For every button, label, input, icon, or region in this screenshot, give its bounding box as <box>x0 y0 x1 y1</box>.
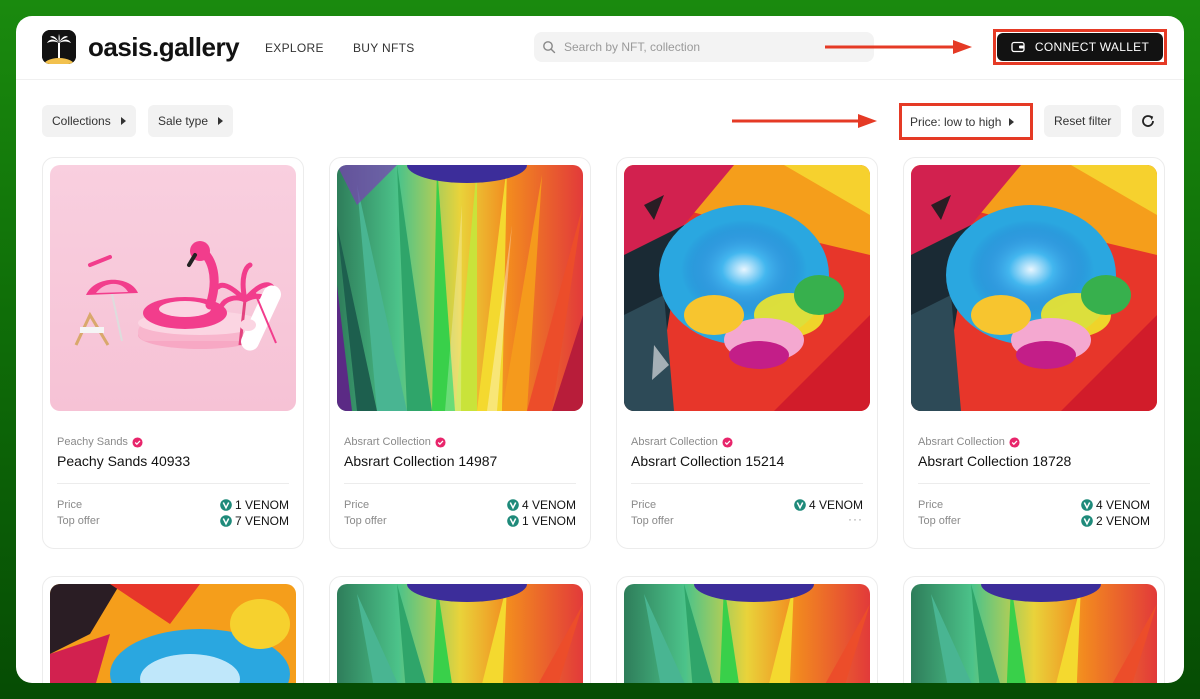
price-label: Price <box>918 499 944 511</box>
collection-name[interactable]: Absrart Collection <box>918 436 1020 448</box>
collection-label: Absrart Collection <box>344 436 431 448</box>
venom-coin-icon <box>1081 515 1093 527</box>
top-offer-label: Top offer <box>918 515 961 527</box>
app-window: oasis.gallery EXPLORE BUY NFTS CONNECT W… <box>16 16 1184 683</box>
sale-type-filter-label: Sale type <box>158 114 209 128</box>
search-input[interactable] <box>564 40 854 54</box>
wallet-icon <box>1011 41 1025 53</box>
connect-wallet-button[interactable]: CONNECT WALLET <box>997 33 1163 61</box>
rays-art <box>911 584 1157 683</box>
search-icon <box>543 41 556 54</box>
nft-card[interactable] <box>42 576 304 683</box>
annotation-arrow-icon <box>732 114 877 128</box>
price-value: 4 VENOM <box>507 498 576 512</box>
collection-label: Absrart Collection <box>918 436 1005 448</box>
price-value: 4 VENOM <box>1081 498 1150 512</box>
reset-filter-label: Reset filter <box>1054 114 1112 128</box>
top-offer-amount: 2 VENOM <box>1095 514 1150 528</box>
top-offer-amount: 7 VENOM <box>234 514 289 528</box>
nft-card[interactable]: Absrart Collection Absrart Collection 18… <box>903 157 1165 549</box>
collection-name[interactable]: Absrart Collection <box>344 436 446 448</box>
nft-card[interactable] <box>616 576 878 683</box>
card-divider <box>57 483 289 484</box>
verified-badge-icon <box>435 436 446 448</box>
price-label: Price <box>344 499 370 511</box>
sort-dropdown-label: Price: low to high <box>910 114 1002 129</box>
refresh-button[interactable] <box>1132 105 1164 137</box>
collection-label: Peachy Sands <box>57 436 128 448</box>
top-offer-label: Top offer <box>631 515 674 527</box>
venom-coin-icon <box>507 499 519 511</box>
refresh-icon <box>1142 115 1154 127</box>
top-offer-value: 2 VENOM <box>1081 514 1150 528</box>
venom-coin-icon <box>507 515 519 527</box>
sort-dropdown[interactable]: Price: low to high <box>902 106 1023 137</box>
collections-filter[interactable]: Collections <box>42 105 136 137</box>
card-divider <box>918 483 1150 484</box>
top-offer-amount: ··· <box>848 512 863 526</box>
brand-name[interactable]: oasis.gallery <box>88 30 240 64</box>
card-divider <box>344 483 576 484</box>
verified-badge-icon <box>132 436 143 448</box>
price-amount: 4 VENOM <box>521 498 576 512</box>
nft-card[interactable]: Absrart Collection Absrart Collection 15… <box>616 157 878 549</box>
nft-card[interactable]: Peachy Sands Peachy Sands 40933 Price 1 … <box>42 157 304 549</box>
collection-label: Absrart Collection <box>631 436 718 448</box>
rays-art <box>337 165 583 411</box>
splash-art <box>50 584 296 683</box>
top-header: oasis.gallery EXPLORE BUY NFTS CONNECT W… <box>16 16 1184 80</box>
caret-right-icon <box>120 117 126 125</box>
price-value: 1 VENOM <box>220 498 289 512</box>
collection-name[interactable]: Absrart Collection <box>631 436 733 448</box>
top-offer-value: ··· <box>848 512 863 526</box>
top-offer-amount: 1 VENOM <box>521 514 576 528</box>
nft-name[interactable]: Absrart Collection 15214 <box>631 453 784 469</box>
nft-card[interactable] <box>329 576 591 683</box>
nft-name[interactable]: Absrart Collection 14987 <box>344 453 497 469</box>
splash-art <box>624 165 870 411</box>
sale-type-filter[interactable]: Sale type <box>148 105 234 137</box>
search-bar[interactable] <box>534 32 874 62</box>
nft-card[interactable]: Absrart Collection Absrart Collection 14… <box>329 157 591 549</box>
venom-coin-icon <box>220 499 232 511</box>
venom-coin-icon <box>220 515 232 527</box>
venom-coin-icon <box>794 499 806 511</box>
nav-explore[interactable]: EXPLORE <box>265 40 324 56</box>
top-offer-value: 1 VENOM <box>507 514 576 528</box>
price-value: 4 VENOM <box>794 498 863 512</box>
connect-wallet-label: CONNECT WALLET <box>1034 40 1150 54</box>
caret-right-icon <box>1009 117 1015 126</box>
top-offer-label: Top offer <box>344 515 387 527</box>
price-label: Price <box>57 499 83 511</box>
price-label: Price <box>631 499 657 511</box>
rays-art <box>624 584 870 683</box>
nft-name[interactable]: Peachy Sands 40933 <box>57 453 190 469</box>
nft-card[interactable] <box>903 576 1165 683</box>
top-offer-label: Top offer <box>57 515 100 527</box>
venom-coin-icon <box>1081 499 1093 511</box>
price-amount: 1 VENOM <box>234 498 289 512</box>
card-divider <box>631 483 863 484</box>
price-amount: 4 VENOM <box>1095 498 1150 512</box>
verified-badge-icon <box>722 436 733 448</box>
rays-art <box>337 584 583 683</box>
verified-badge-icon <box>1009 436 1020 448</box>
caret-right-icon <box>218 117 224 125</box>
collection-name[interactable]: Peachy Sands <box>57 436 143 448</box>
nft-name[interactable]: Absrart Collection 18728 <box>918 453 1071 469</box>
top-offer-value: 7 VENOM <box>220 514 289 528</box>
palm-logo-icon[interactable] <box>42 30 76 64</box>
price-amount: 4 VENOM <box>808 498 863 512</box>
reset-filter-button[interactable]: Reset filter <box>1044 105 1122 137</box>
annotation-arrow-icon <box>825 40 972 54</box>
collections-filter-label: Collections <box>52 114 111 128</box>
nav-buy-nfts[interactable]: BUY NFTS <box>353 40 415 56</box>
flamingo-art <box>50 165 296 411</box>
splash-art <box>911 165 1157 411</box>
